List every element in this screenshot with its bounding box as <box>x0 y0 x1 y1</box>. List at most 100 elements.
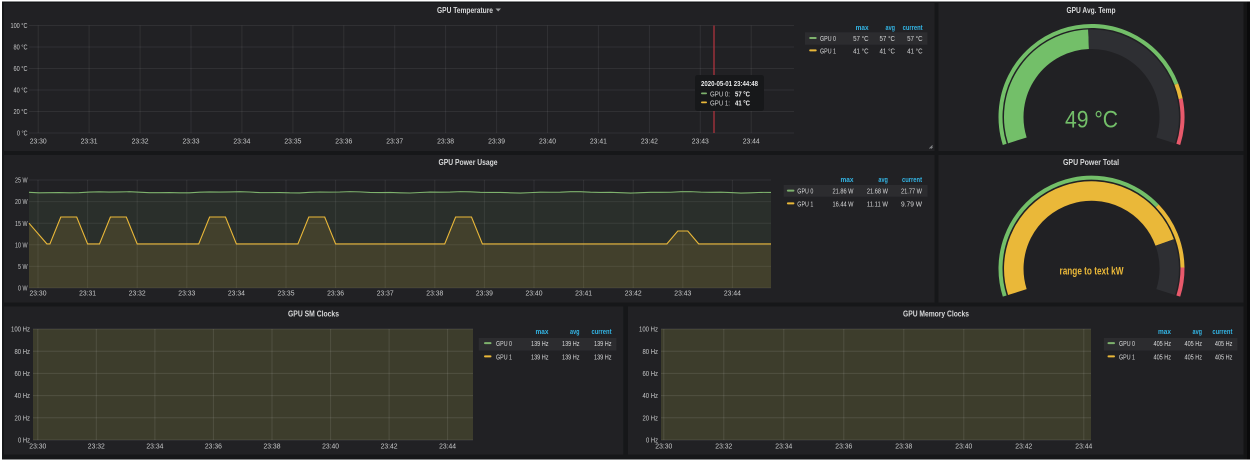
svg-text:23:41: 23:41 <box>590 137 607 146</box>
svg-text:GPU 1: GPU 1 <box>797 199 813 208</box>
svg-text:23:36: 23:36 <box>335 137 352 146</box>
svg-text:23:42: 23:42 <box>641 137 658 146</box>
svg-text:23:36: 23:36 <box>835 442 852 451</box>
svg-text:57 °C: 57 °C <box>853 34 869 43</box>
svg-text:23:44: 23:44 <box>1075 442 1092 451</box>
svg-text:139 Hz: 139 Hz <box>594 339 612 348</box>
svg-text:20 W: 20 W <box>15 197 28 206</box>
svg-text:41 °C: 41 °C <box>735 100 750 108</box>
svg-text:GPU 1: GPU 1 <box>496 352 512 361</box>
svg-text:405 Hz: 405 Hz <box>1185 352 1203 361</box>
svg-text:57 °C: 57 °C <box>880 34 896 43</box>
svg-text:2020-05-01 23:44:48: 2020-05-01 23:44:48 <box>701 81 758 88</box>
svg-text:100 Hz: 100 Hz <box>11 325 30 334</box>
svg-text:avg: avg <box>886 23 896 32</box>
svg-text:23:42: 23:42 <box>381 442 398 451</box>
svg-text:16.44 W: 16.44 W <box>833 199 855 208</box>
svg-text:10 W: 10 W <box>15 240 28 249</box>
svg-text:GPU 0: GPU 0 <box>1119 339 1135 348</box>
svg-text:23:36: 23:36 <box>327 289 344 298</box>
svg-text:41 °C: 41 °C <box>853 46 869 55</box>
svg-text:23:38: 23:38 <box>264 442 281 451</box>
svg-text:max: max <box>856 23 870 32</box>
svg-text:49 °C: 49 °C <box>1065 107 1118 134</box>
svg-text:range to text kW: range to text kW <box>1060 266 1124 278</box>
svg-text:100 °C: 100 °C <box>11 21 28 30</box>
svg-text:23:44: 23:44 <box>743 137 760 146</box>
svg-text:GPU Power Usage: GPU Power Usage <box>439 157 498 167</box>
svg-text:139 Hz: 139 Hz <box>562 352 580 361</box>
svg-text:23:43: 23:43 <box>692 137 709 146</box>
svg-text:23:40: 23:40 <box>955 442 972 451</box>
svg-text:23:34: 23:34 <box>146 442 163 451</box>
svg-text:139 Hz: 139 Hz <box>531 339 549 348</box>
svg-text:23:44: 23:44 <box>439 442 456 451</box>
svg-text:23:34: 23:34 <box>233 137 250 146</box>
svg-text:100 Hz: 100 Hz <box>639 325 658 334</box>
svg-text:GPU Power Total: GPU Power Total <box>1063 157 1119 167</box>
svg-text:80 Hz: 80 Hz <box>15 347 31 356</box>
svg-text:23:37: 23:37 <box>386 137 403 146</box>
svg-text:23:42: 23:42 <box>1015 442 1032 451</box>
svg-text:23:40: 23:40 <box>322 442 339 451</box>
svg-text:GPU 0: GPU 0 <box>820 34 836 43</box>
svg-text:GPU 0: GPU 0 <box>496 339 512 348</box>
svg-text:GPU 1: GPU 1 <box>1119 352 1135 361</box>
svg-text:23:30: 23:30 <box>30 137 47 146</box>
svg-text:avg: avg <box>1193 327 1203 336</box>
svg-text:current: current <box>902 175 922 184</box>
svg-text:405 Hz: 405 Hz <box>1154 352 1172 361</box>
svg-text:60 Hz: 60 Hz <box>643 369 659 378</box>
svg-text:23:33: 23:33 <box>183 137 200 146</box>
svg-text:GPU 0:: GPU 0: <box>710 92 730 99</box>
svg-text:GPU 1:: GPU 1: <box>710 101 730 108</box>
svg-text:23:34: 23:34 <box>775 442 792 451</box>
svg-text:21.77 W: 21.77 W <box>901 187 923 196</box>
svg-text:23:38: 23:38 <box>895 442 912 451</box>
svg-text:current: current <box>903 23 923 32</box>
svg-text:80 °C: 80 °C <box>14 43 28 52</box>
svg-text:405 Hz: 405 Hz <box>1215 352 1233 361</box>
svg-text:23:32: 23:32 <box>715 442 732 451</box>
svg-text:23:34: 23:34 <box>228 289 245 298</box>
svg-text:GPU 1: GPU 1 <box>820 46 836 55</box>
svg-text:23:32: 23:32 <box>132 137 149 146</box>
svg-text:23:41: 23:41 <box>575 289 592 298</box>
svg-text:5 W: 5 W <box>18 262 28 271</box>
svg-text:20 Hz: 20 Hz <box>15 413 31 422</box>
svg-text:23:32: 23:32 <box>88 442 105 451</box>
svg-text:23:38: 23:38 <box>437 137 454 146</box>
svg-text:max: max <box>536 327 550 336</box>
svg-text:23:31: 23:31 <box>79 289 96 298</box>
svg-text:405 Hz: 405 Hz <box>1215 339 1233 348</box>
svg-text:current: current <box>1212 327 1232 336</box>
svg-text:20 °C: 20 °C <box>14 107 28 116</box>
svg-text:23:35: 23:35 <box>284 137 301 146</box>
svg-text:139 Hz: 139 Hz <box>562 339 580 348</box>
svg-text:139 Hz: 139 Hz <box>531 352 549 361</box>
svg-text:21.86 W: 21.86 W <box>833 187 855 196</box>
svg-text:0 W: 0 W <box>18 284 28 293</box>
svg-text:41 °C: 41 °C <box>907 46 923 55</box>
svg-text:40 Hz: 40 Hz <box>15 391 31 400</box>
svg-text:11.11 W: 11.11 W <box>867 199 889 208</box>
svg-text:60 Hz: 60 Hz <box>15 369 31 378</box>
svg-text:80 Hz: 80 Hz <box>643 347 659 356</box>
svg-text:405 Hz: 405 Hz <box>1185 339 1203 348</box>
svg-text:139 Hz: 139 Hz <box>594 352 612 361</box>
svg-text:40 °C: 40 °C <box>14 86 28 95</box>
svg-text:0 °C: 0 °C <box>17 129 28 138</box>
svg-text:25 W: 25 W <box>15 176 28 185</box>
svg-text:23:43: 23:43 <box>674 289 691 298</box>
svg-text:max: max <box>1158 327 1172 336</box>
svg-text:avg: avg <box>878 175 888 184</box>
svg-text:23:40: 23:40 <box>539 137 556 146</box>
svg-text:GPU SM Clocks: GPU SM Clocks <box>288 309 339 319</box>
svg-text:GPU Avg. Temp: GPU Avg. Temp <box>1067 5 1116 15</box>
svg-text:60 °C: 60 °C <box>14 64 28 73</box>
svg-text:23:44: 23:44 <box>724 289 741 298</box>
svg-text:GPU Memory Clocks: GPU Memory Clocks <box>903 309 969 319</box>
svg-text:avg: avg <box>570 327 580 336</box>
svg-text:23:30: 23:30 <box>30 289 47 298</box>
svg-text:41 °C: 41 °C <box>880 46 896 55</box>
